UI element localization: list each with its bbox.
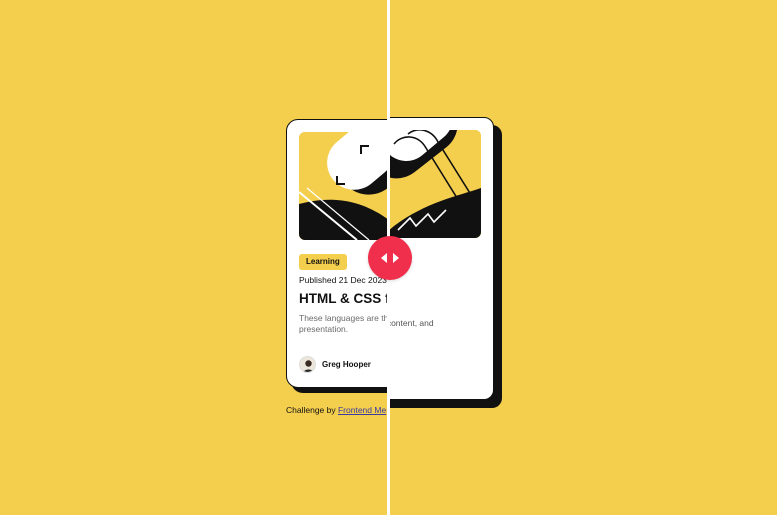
card-description-implementation: backbone of every ure, content, and — [389, 318, 434, 328]
comparison-stage: Learning Published 21 Dec 2023 HTML & CS… — [0, 0, 777, 515]
card-description: These languages are th website, defining… — [299, 313, 389, 334]
attribution-prefix: Challenge by — [286, 405, 338, 415]
comparison-left-pane: Learning Published 21 Dec 2023 HTML & CS… — [0, 0, 389, 515]
comparison-right-pane: undations backbone of every ure, content… — [389, 0, 777, 515]
card-illustration — [299, 132, 389, 240]
author-name: Greg Hooper — [322, 360, 371, 369]
avatar — [299, 356, 316, 373]
card-title[interactable]: HTML & CSS fo — [299, 291, 389, 306]
author: Greg Hooper — [299, 356, 371, 373]
comparison-slider-handle[interactable] — [368, 236, 412, 280]
frontend-mentor-link[interactable]: Frontend Me — [338, 405, 386, 415]
attribution: Challenge by Frontend Me — [286, 405, 386, 415]
left-right-arrows-icon — [381, 253, 399, 263]
card-illustration — [389, 130, 481, 238]
category-badge: Learning — [299, 254, 347, 270]
